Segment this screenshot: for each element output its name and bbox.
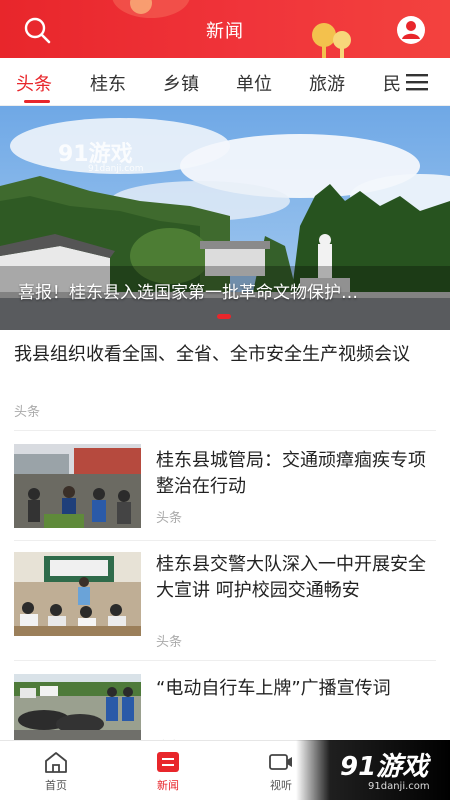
nav-label: 首页 bbox=[45, 779, 67, 792]
menu-icon[interactable] bbox=[404, 72, 428, 92]
category-tabs: 头条 桂东 乡镇 单位 旅游 民 bbox=[0, 58, 450, 106]
news-title[interactable]: “电动自行车上牌”广播宣传词 bbox=[156, 676, 436, 702]
news-source: 头条 bbox=[156, 511, 183, 526]
tab-township[interactable]: 乡镇 bbox=[163, 70, 199, 96]
brand-watermark: 91游戏 91danji.com bbox=[296, 740, 450, 800]
page-title: 新闻 bbox=[206, 21, 244, 42]
tab-tourism[interactable]: 旅游 bbox=[309, 70, 345, 96]
carousel-indicator bbox=[217, 314, 231, 319]
news-source: 头条 bbox=[14, 405, 41, 420]
nav-label: 新闻 bbox=[157, 779, 179, 792]
user-profile-icon[interactable] bbox=[396, 15, 426, 45]
tab-units[interactable]: 单位 bbox=[236, 70, 272, 96]
list-item[interactable]: 桂东县交警大队深入一中开展安全大宣讲 呵护校园交通畅安 头条 bbox=[0, 552, 450, 652]
news-title[interactable]: 桂东县城管局：交通顽瘴痼疾专项整治在行动 bbox=[156, 448, 436, 500]
banner-caption[interactable]: 喜报！桂东县入选国家第一批革命文物保护… bbox=[18, 278, 428, 303]
list-item[interactable]: “电动自行车上牌”广播宣传词 头条 bbox=[0, 672, 450, 755]
trees-decoration-icon bbox=[312, 23, 351, 58]
app-header: 新闻 bbox=[0, 0, 450, 58]
news-thumbnail bbox=[14, 444, 141, 528]
news-title[interactable]: 桂东县交警大队深入一中开展安全大宣讲 呵护校园交通畅安 bbox=[156, 552, 436, 604]
list-item[interactable]: 桂东县城管局：交通顽瘴痼疾专项整治在行动 头条 bbox=[0, 444, 450, 544]
watermark: 91游戏 91danji.com bbox=[58, 142, 144, 174]
news-icon bbox=[157, 752, 179, 772]
divider bbox=[14, 430, 436, 431]
video-icon bbox=[269, 754, 292, 770]
nav-home[interactable]: 首页 bbox=[21, 741, 91, 800]
tab-headlines[interactable]: 头条 bbox=[16, 70, 52, 96]
divider bbox=[14, 540, 436, 541]
nav-news[interactable]: 新闻 bbox=[133, 741, 203, 800]
home-icon bbox=[45, 752, 67, 773]
banner-carousel[interactable]: 91游戏 91danji.com 喜报！桂东县入选国家第一批革命文物保护… bbox=[0, 106, 450, 330]
brand-domain: 91danji.com bbox=[368, 781, 430, 792]
news-title[interactable]: 我县组织收看全国、全省、全市安全生产视频会议 bbox=[14, 342, 434, 368]
brand-logo: 91游戏 bbox=[340, 752, 429, 782]
list-item[interactable]: 我县组织收看全国、全省、全市安全生产视频会议 头条 bbox=[0, 340, 450, 430]
tab-folk[interactable]: 民 bbox=[383, 70, 401, 96]
news-thumbnail bbox=[14, 552, 141, 636]
news-thumbnail bbox=[14, 674, 141, 740]
divider bbox=[14, 660, 436, 661]
news-source: 头条 bbox=[156, 635, 183, 650]
active-tab-indicator bbox=[24, 100, 50, 103]
tab-guidong[interactable]: 桂东 bbox=[90, 70, 126, 96]
